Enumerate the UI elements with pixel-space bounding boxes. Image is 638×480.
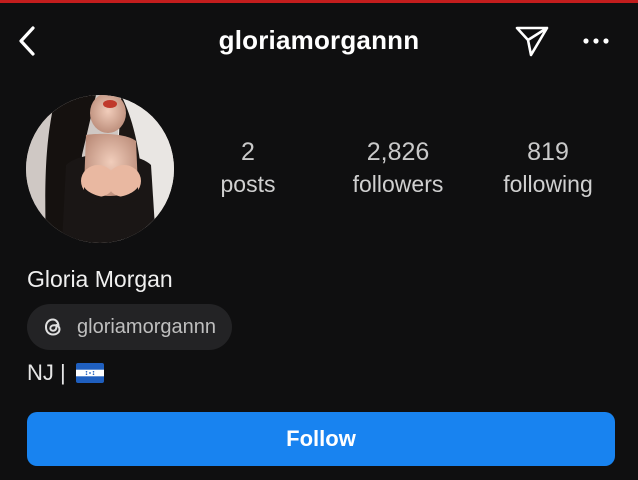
profile-header: gloriamorgannn bbox=[0, 3, 638, 77]
send-message-button[interactable] bbox=[510, 21, 554, 61]
honduras-flag-icon bbox=[75, 363, 104, 383]
bio-text: NJ | bbox=[27, 360, 66, 385]
posts-count: 2 bbox=[241, 138, 255, 166]
posts-label: posts bbox=[220, 171, 276, 197]
following-label: following bbox=[503, 171, 593, 197]
stat-followers[interactable]: 2,826 followers bbox=[338, 136, 458, 200]
follow-button[interactable]: Follow bbox=[27, 412, 615, 466]
following-count: 819 bbox=[527, 138, 569, 166]
avatar[interactable] bbox=[26, 95, 174, 243]
threads-icon bbox=[44, 318, 61, 336]
stat-posts: 2 posts bbox=[208, 136, 288, 200]
paper-plane-icon bbox=[515, 26, 549, 57]
followers-count: 2,826 bbox=[366, 138, 430, 166]
threads-badge[interactable]: gloriamorgannn bbox=[27, 304, 232, 350]
display-name: Gloria Morgan bbox=[27, 266, 173, 292]
stat-following[interactable]: 819 following bbox=[488, 136, 608, 200]
more-horizontal-icon bbox=[583, 38, 609, 44]
avatar-photo bbox=[26, 95, 174, 243]
more-options-button[interactable] bbox=[576, 21, 616, 61]
bio: NJ | bbox=[27, 360, 104, 386]
threads-handle: gloriamorgannn bbox=[77, 315, 216, 338]
followers-label: followers bbox=[352, 171, 444, 197]
